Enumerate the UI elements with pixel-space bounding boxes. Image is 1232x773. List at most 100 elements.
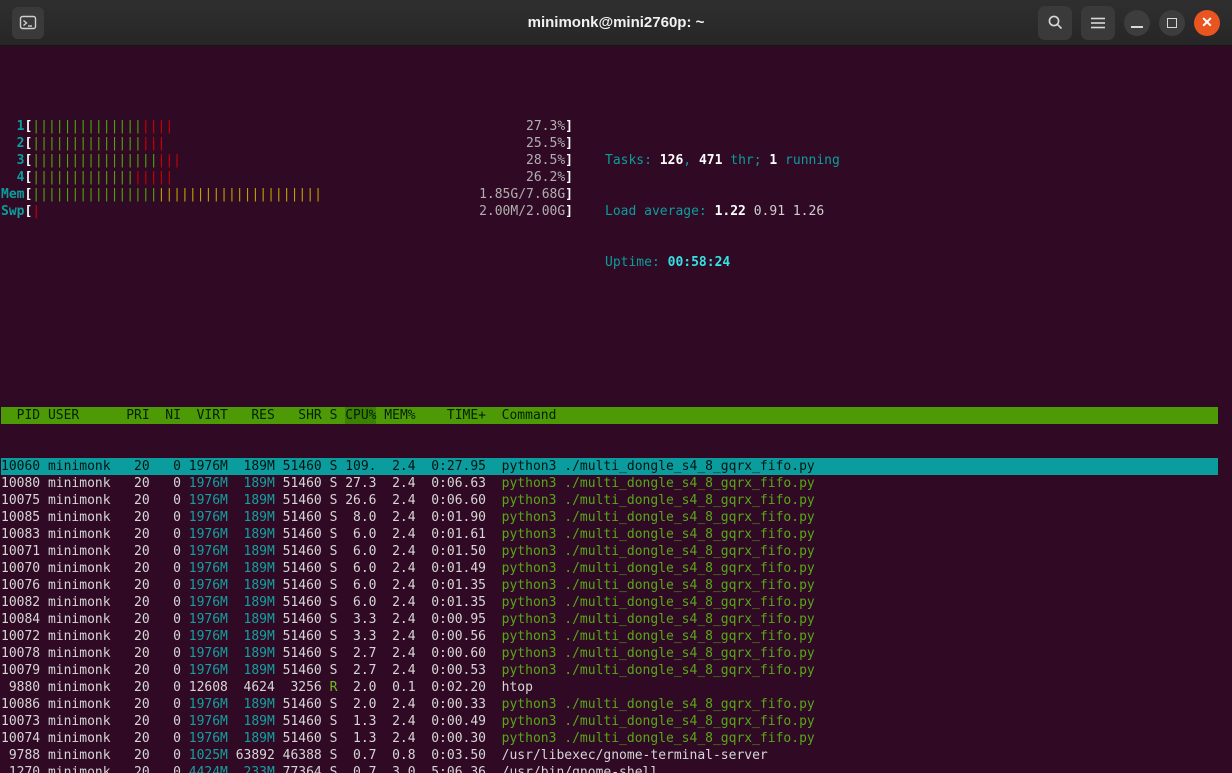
c-shr: 51460 (282, 459, 322, 474)
titlebar-controls: ✕ (1038, 5, 1220, 40)
process-row-10083[interactable]: 10083 minimonk 20 0 1976M 189M 51460 S 6.0 2.4 0:0… (1, 526, 1218, 543)
c-cpu: 3.3 (353, 612, 377, 627)
c-virt: 1976M (188, 561, 228, 576)
c-virt: 1976M (188, 595, 228, 610)
process-row-10071[interactable]: 10071 minimonk 20 0 1976M 189M 51460 S 6.0 2.4 0:0… (1, 543, 1218, 560)
mbar: |||||||||||||||||| 26.2% (32, 169, 565, 186)
process-row-10073[interactable]: 10073 minimonk 20 0 1976M 189M 51460 S 1.3 2.4 0:0… (1, 713, 1218, 730)
header-cell-mem[interactable]: MEM% (384, 407, 415, 424)
c-cpu: 2.7 (353, 646, 377, 661)
process-row-9788[interactable]: 9788 minimonk 20 0 1025M 63892 46388 S 0.7 0.8 0:0… (1, 747, 1218, 764)
c-user: minimonk (47, 646, 111, 661)
c-res: 189M (243, 629, 275, 644)
header-cell-shr[interactable]: SHR (283, 407, 321, 424)
c-res: 189M (243, 493, 275, 508)
c-s: S (329, 663, 338, 678)
c-res: 63892 (235, 748, 275, 763)
c-virt: 1976M (188, 663, 228, 678)
c-res: 189M (243, 527, 275, 542)
c-user: minimonk (47, 765, 111, 773)
pipes-red: ||||| (134, 170, 174, 185)
mlabel: 1 (16, 119, 25, 134)
process-row-1270[interactable]: 1270 minimonk 20 0 4424M 233M 77364 S 0.7 3.0 5:06… (1, 764, 1218, 773)
c-res: 189M (243, 578, 275, 593)
process-row-10085[interactable]: 10085 minimonk 20 0 1976M 189M 51460 S 8.0 2.4 0:0… (1, 509, 1218, 526)
header-cell-time[interactable]: TIME+ (423, 407, 486, 424)
process-row-10078[interactable]: 10078 minimonk 20 0 1976M 189M 51460 S 2.7 2.4 0:0… (1, 645, 1218, 662)
tasks-label: Tasks: (605, 153, 660, 168)
c-shr: 51460 (282, 731, 322, 746)
c-pri: 20 (134, 680, 150, 695)
c-virt: 1976M (188, 714, 228, 729)
menu-button[interactable] (1081, 5, 1115, 40)
process-row-10082[interactable]: 10082 minimonk 20 0 1976M 189M 51460 S 6.0 2.4 0:0… (1, 594, 1218, 611)
header-cell-pri[interactable]: PRI (126, 407, 149, 424)
c-s: S (329, 561, 338, 576)
c-time: 0:06.60 (431, 493, 487, 508)
brk: ] (565, 204, 573, 219)
maximize-button[interactable] (1159, 9, 1185, 36)
c-virt: 1976M (188, 646, 228, 661)
c-ni: 0 (173, 595, 181, 610)
header-cell-ni[interactable]: NI (157, 407, 181, 424)
c-ni: 0 (173, 714, 181, 729)
c-cpu: 27.3 (345, 476, 377, 491)
mbar: | 2.00M/2.00G (32, 203, 565, 220)
terminal[interactable]: 1[|||||||||||||||||| 27.3%] 2[||||||||||||… (0, 46, 1232, 773)
process-row-10074[interactable]: 10074 minimonk 20 0 1976M 189M 51460 S 1.3 2.4 0:0… (1, 730, 1218, 747)
process-row-10060[interactable]: 10060 minimonk 20 0 1976M 189M 51460 S 109. 2.4 0:… (1, 458, 1218, 475)
c-pid: 10060 (1, 459, 41, 474)
app-icon-button[interactable] (12, 6, 44, 39)
search-button[interactable] (1038, 5, 1072, 40)
process-row-10075[interactable]: 10075 minimonk 20 0 1976M 189M 51460 S 26.6 2.4 0:… (1, 492, 1218, 509)
header-cell-pid[interactable]: PID (1, 407, 40, 424)
header-cell-virt[interactable]: VIRT (189, 407, 228, 424)
c-time: 0:00.56 (431, 629, 487, 644)
uptime-label: Uptime: (605, 255, 668, 270)
c-ni: 0 (173, 493, 181, 508)
c-user: minimonk (47, 527, 111, 542)
c-user: minimonk (47, 544, 111, 559)
c-time: 0:27.95 (431, 459, 487, 474)
c-ni: 0 (173, 646, 181, 661)
c-user: minimonk (47, 680, 111, 695)
close-button[interactable]: ✕ (1194, 9, 1220, 36)
terminal-window: minimonk@mini2760p: ~ ✕ 1[||||||||||||||… (0, 0, 1232, 773)
process-row-10079[interactable]: 10079 minimonk 20 0 1976M 189M 51460 S 2.7 2.4 0:0… (1, 662, 1218, 679)
header-cell-cpu[interactable]: CPU% (345, 407, 377, 424)
uptime-line: Uptime: 00:58:24 (605, 254, 840, 271)
meter-2: 2[||||||||||||||||| 25.5%] (1, 135, 573, 152)
process-row-9880[interactable]: 9880 minimonk 20 0 12608 4624 3256 R 2.0 0.1 0:02.… (1, 679, 1218, 696)
c-mem: 2.4 (392, 561, 416, 576)
c-mem: 2.4 (392, 476, 416, 491)
c-cmd: python3 ./multi_dongle_s4_8_gqrx_fifo.py (501, 527, 815, 542)
tasks-count: 126 (659, 153, 684, 168)
header-cell-cmd[interactable]: Command (502, 407, 1218, 424)
process-row-10070[interactable]: 10070 minimonk 20 0 1976M 189M 51460 S 6.0 2.4 0:0… (1, 560, 1218, 577)
c-mem: 2.4 (392, 612, 416, 627)
header-cell-user[interactable]: USER (48, 407, 118, 424)
c-pri: 20 (134, 510, 150, 525)
process-row-10086[interactable]: 10086 minimonk 20 0 1976M 189M 51460 S 2.0 2.4 0:0… (1, 696, 1218, 713)
process-row-10080[interactable]: 10080 minimonk 20 0 1976M 189M 51460 S 27.3 2.4 0:… (1, 475, 1218, 492)
[object (1048, 15, 1059, 27)
c-s: S (329, 527, 338, 542)
c-cpu: 6.0 (353, 578, 377, 593)
c-res: 189M (243, 510, 275, 525)
[object (1056, 24, 1062, 30)
c-user: minimonk (47, 493, 111, 508)
c-mem: 2.4 (392, 459, 416, 474)
c-cmd: /usr/bin/gnome-shell (501, 765, 659, 773)
header-cell-res[interactable]: RES (236, 407, 274, 424)
c-mem: 2.4 (392, 714, 416, 729)
header-cell-s[interactable]: S (330, 407, 338, 424)
c-res: 189M (243, 697, 275, 712)
process-row-10072[interactable]: 10072 minimonk 20 0 1976M 189M 51460 S 3.3 2.4 0:0… (1, 628, 1218, 645)
c-shr: 51460 (282, 510, 322, 525)
c-time: 5:06.36 (431, 765, 487, 773)
minimize-button[interactable] (1124, 9, 1150, 36)
c-cmd: htop (501, 680, 533, 695)
c-cmd: python3 ./multi_dongle_s4_8_gqrx_fifo.py (501, 544, 815, 559)
process-row-10084[interactable]: 10084 minimonk 20 0 1976M 189M 51460 S 3.3 2.4 0:0… (1, 611, 1218, 628)
process-row-10076[interactable]: 10076 minimonk 20 0 1976M 189M 51460 S 6.0 2.4 0:0… (1, 577, 1218, 594)
